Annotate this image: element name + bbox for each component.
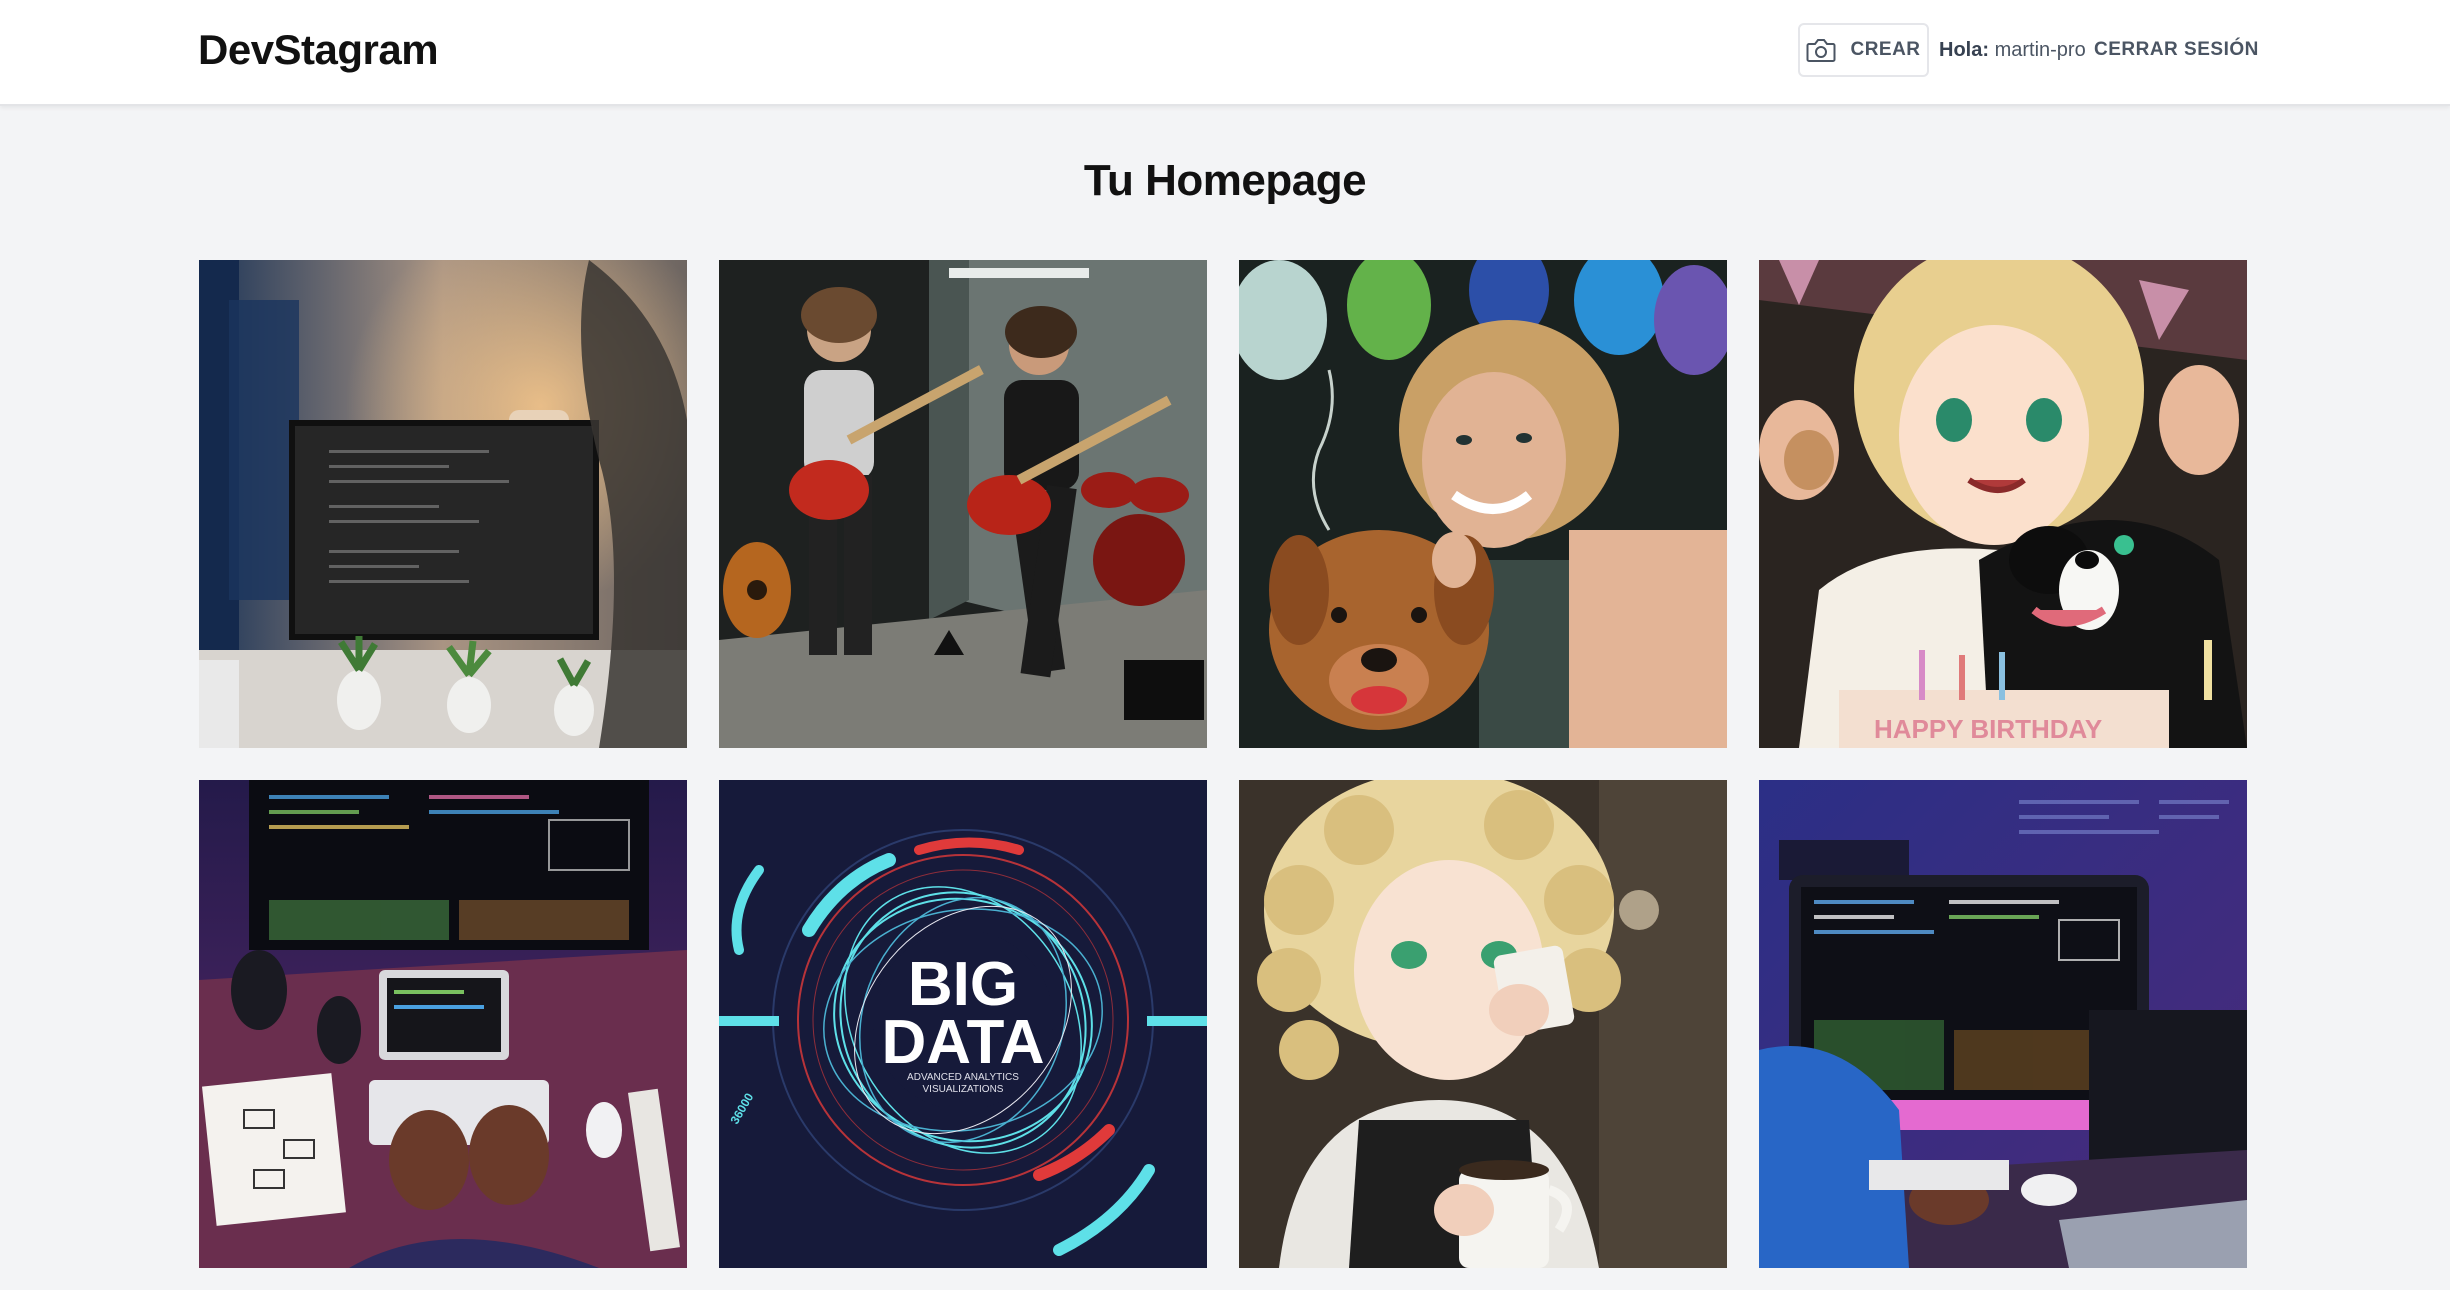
username-link[interactable]: martin-pro	[1995, 39, 2086, 61]
page-title: Tu Homepage	[1083, 156, 1367, 205]
post-image	[1759, 780, 2247, 1268]
birthday-caption: HAPPY BIRTHDAY	[1874, 714, 2102, 744]
bigdata-title-line2: DATA	[882, 1008, 1045, 1077]
post-image	[719, 260, 1207, 748]
greeting-prefix: Hola:	[1939, 39, 1989, 61]
logout-button[interactable]: CERRAR SESIÓN	[2094, 39, 2259, 61]
posts-grid: HAPPY BIRTHDAY BIG DATA ADVANCED ANALYTI…	[199, 260, 2247, 1268]
post-thumbnail[interactable]	[1759, 780, 2247, 1268]
post-image: BIG DATA ADVANCED ANALYTICS VISUALIZATIO…	[719, 780, 1207, 1268]
post-image: HAPPY BIRTHDAY	[1759, 260, 2247, 748]
post-thumbnail[interactable]	[1239, 780, 1727, 1268]
post-thumbnail[interactable]	[199, 780, 687, 1268]
camera-icon	[1806, 39, 1836, 62]
post-image	[1239, 260, 1727, 748]
post-image	[199, 780, 687, 1268]
post-image	[199, 260, 687, 748]
user-greeting: Hola: martin-pro	[1939, 39, 2086, 62]
bigdata-subtitle-line1: ADVANCED ANALYTICS	[907, 1072, 1019, 1083]
post-thumbnail[interactable]	[199, 260, 687, 748]
post-thumbnail[interactable]	[1239, 260, 1727, 748]
post-thumbnail[interactable]	[719, 260, 1207, 748]
post-image	[1239, 780, 1727, 1268]
bigdata-subtitle-line2: VISUALIZATIONS	[923, 1084, 1004, 1095]
create-post-button[interactable]: CREAR	[1798, 23, 1929, 77]
post-thumbnail[interactable]: HAPPY BIRTHDAY	[1759, 260, 2247, 748]
post-thumbnail[interactable]: BIG DATA ADVANCED ANALYTICS VISUALIZATIO…	[719, 780, 1207, 1268]
top-navbar: DevStagram CREAR Hola: martin-pro CERRAR…	[0, 0, 2450, 106]
brand-logo[interactable]: DevStagram	[198, 26, 439, 74]
create-button-label: CREAR	[1850, 39, 1921, 60]
